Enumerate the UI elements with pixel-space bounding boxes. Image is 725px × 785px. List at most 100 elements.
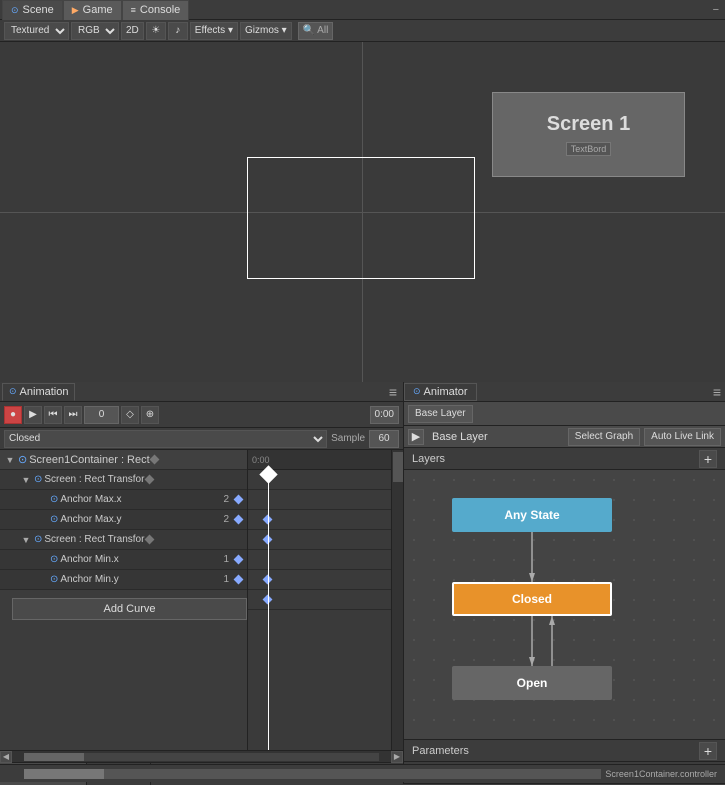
animation-hscroll[interactable]: ◀ ▶ — [0, 750, 403, 762]
hscroll-track — [24, 753, 379, 761]
track-item-screen-rect-2[interactable]: ▼ ⊙ Screen : Rect Transfor — [0, 530, 247, 550]
track-item-anchor-min-x[interactable]: ⊙ Anchor Min.x 1 — [0, 550, 247, 570]
sample-label: Sample — [331, 433, 365, 444]
screen1-title: Screen 1 — [547, 113, 630, 136]
status-scroll-track[interactable] — [24, 769, 601, 779]
select-graph-button[interactable]: Select Graph — [568, 428, 640, 446]
track-toggle-6 — [36, 574, 48, 586]
audio-icon[interactable]: ♪ — [168, 22, 188, 40]
status-bar: Screen1Container.controller — [0, 764, 725, 782]
console-tab-icon: ≡ — [131, 5, 136, 15]
track-toggle-1[interactable]: ▼ — [20, 474, 32, 486]
tab-console[interactable]: ≡ Console — [122, 0, 190, 20]
track-icon-2: ⊙ — [50, 494, 58, 505]
add-key-button[interactable]: ⊕ — [141, 406, 159, 424]
track-item-screen1container[interactable]: ▼ ⊙ Screen1Container : Rect — [0, 450, 247, 470]
track-value-2: 2 — [223, 494, 229, 505]
tab-scene-label: Scene — [23, 4, 54, 16]
timeline-row-4 — [248, 550, 391, 570]
track-name-1: Screen : Rect Transfor — [44, 474, 144, 485]
key-icon[interactable]: ◇ — [121, 406, 139, 424]
sample-input[interactable] — [369, 430, 399, 448]
textured-select[interactable]: Textured — [4, 22, 69, 40]
parameters-add-button[interactable]: + — [699, 742, 717, 760]
game-tab-icon: ▶ — [72, 5, 79, 16]
add-curve-button[interactable]: Add Curve — [12, 598, 247, 620]
time-display: 0:00 — [370, 406, 399, 424]
animation-clip-row: Closed Sample — [0, 428, 403, 450]
state-open[interactable]: Open — [452, 666, 612, 700]
track-item-anchor-max-y[interactable]: ⊙ Anchor Max.y 2 — [0, 510, 247, 530]
play-button[interactable]: ▶ — [24, 406, 42, 424]
track-toggle-0[interactable]: ▼ — [4, 454, 16, 466]
2d-button[interactable]: 2D — [121, 22, 144, 40]
search-icon: 🔍 — [303, 25, 315, 36]
track-name-4: Screen : Rect Transfor — [44, 534, 144, 545]
animator-header-row: ▶ Base Layer Select Graph Auto Live Link — [404, 426, 725, 448]
state-any-state[interactable]: Any State — [452, 498, 612, 532]
animator-graph[interactable]: Any State Closed Open — [404, 470, 725, 739]
track-diamond-2 — [233, 495, 243, 505]
track-item-screen-rect-1[interactable]: ▼ ⊙ Screen : Rect Transfor — [0, 470, 247, 490]
any-state-label: Any State — [504, 508, 559, 522]
clip-select[interactable]: Closed — [4, 430, 327, 448]
animation-panel: ⊙ Animation ≡ ● ▶ ⏮ ⏭ ◇ ⊕ 0:00 Closed Sa… — [0, 382, 404, 784]
tab-game[interactable]: ▶ Game — [63, 0, 122, 20]
animator-panel: ⊙ Animator ≡ Base Layer ▶ Base Layer Sel… — [404, 382, 725, 784]
track-icon-5: ⊙ — [50, 554, 58, 565]
track-toggle-2 — [36, 494, 48, 506]
scene-rect-outline — [247, 157, 475, 279]
hscroll-right-arrow[interactable]: ▶ — [391, 751, 403, 763]
timeline-scrollbar[interactable] — [391, 450, 403, 750]
track-name-0: Screen1Container : Rect — [29, 454, 149, 466]
layers-add-button[interactable]: + — [699, 450, 717, 468]
animation-menu-button[interactable]: ≡ — [385, 384, 401, 400]
status-dope-sheet-label — [4, 763, 20, 785]
track-item-anchor-min-y[interactable]: ⊙ Anchor Min.y 1 — [0, 570, 247, 590]
closed-state-label: Closed — [512, 592, 552, 606]
screen1-subtitle: TextBord — [566, 142, 612, 156]
prev-frame-button[interactable]: ⏮ — [44, 406, 62, 424]
track-icon-6: ⊙ — [50, 574, 58, 585]
track-item-anchor-max-x[interactable]: ⊙ Anchor Max.x 2 — [0, 490, 247, 510]
track-names-panel: ▼ ⊙ Screen1Container : Rect ▼ ⊙ Screen :… — [0, 450, 248, 750]
animation-tab-bar: ⊙ Animation ≡ — [0, 382, 403, 402]
track-name-2: Anchor Max.x — [60, 494, 121, 505]
bottom-section: ⊙ Animation ≡ ● ▶ ⏮ ⏭ ◇ ⊕ 0:00 Closed Sa… — [0, 382, 725, 784]
add-curve-container: Add Curve — [0, 590, 247, 628]
hscroll-left-arrow[interactable]: ◀ — [0, 751, 12, 763]
status-scroll-thumb — [24, 769, 104, 779]
timeline-panel[interactable]: 0:00 — [248, 450, 403, 750]
track-toggle-4[interactable]: ▼ — [20, 534, 32, 546]
track-icon-3: ⊙ — [50, 514, 58, 525]
gizmos-button[interactable]: Gizmos ▾ — [240, 22, 292, 40]
timeline-rows — [248, 470, 391, 750]
effects-button[interactable]: Effects ▾ — [190, 22, 238, 40]
state-closed[interactable]: Closed — [452, 582, 612, 616]
animation-panel-tab[interactable]: ⊙ Animation — [2, 383, 75, 401]
track-diamond-0 — [150, 455, 160, 465]
layers-label: Layers — [412, 453, 445, 465]
hscroll-thumb — [24, 753, 84, 761]
tab-scene[interactable]: ⊙ Scene — [2, 0, 63, 20]
animator-panel-tab[interactable]: ⊙ Animator — [404, 383, 477, 401]
record-button[interactable]: ● — [4, 406, 22, 424]
sun-icon[interactable]: ☀ — [146, 22, 166, 40]
search-all-label: All — [317, 25, 328, 36]
scene-view[interactable]: Screen 1 TextBord — [0, 42, 725, 382]
animator-menu-button[interactable]: ≡ — [709, 384, 725, 400]
tabs-collapse-icon[interactable]: − — [713, 4, 723, 16]
auto-live-link-button[interactable]: Auto Live Link — [644, 428, 721, 446]
animation-tab-label: Animation — [20, 386, 69, 398]
track-icon-4: ⊙ — [34, 534, 42, 545]
next-frame-button[interactable]: ⏭ — [64, 406, 82, 424]
tick-0: 0:00 — [252, 455, 270, 465]
top-tab-bar: ⊙ Scene ▶ Game ≡ Console − — [0, 0, 725, 20]
animation-controls: ● ▶ ⏮ ⏭ ◇ ⊕ 0:00 — [0, 402, 403, 428]
base-layer-tab[interactable]: Base Layer — [408, 405, 473, 423]
frame-input[interactable] — [84, 406, 119, 424]
timeline-row-3 — [248, 530, 391, 550]
animator-play-button[interactable]: ▶ — [408, 429, 424, 445]
track-diamond-1 — [144, 475, 154, 485]
rgb-select[interactable]: RGB — [71, 22, 119, 40]
